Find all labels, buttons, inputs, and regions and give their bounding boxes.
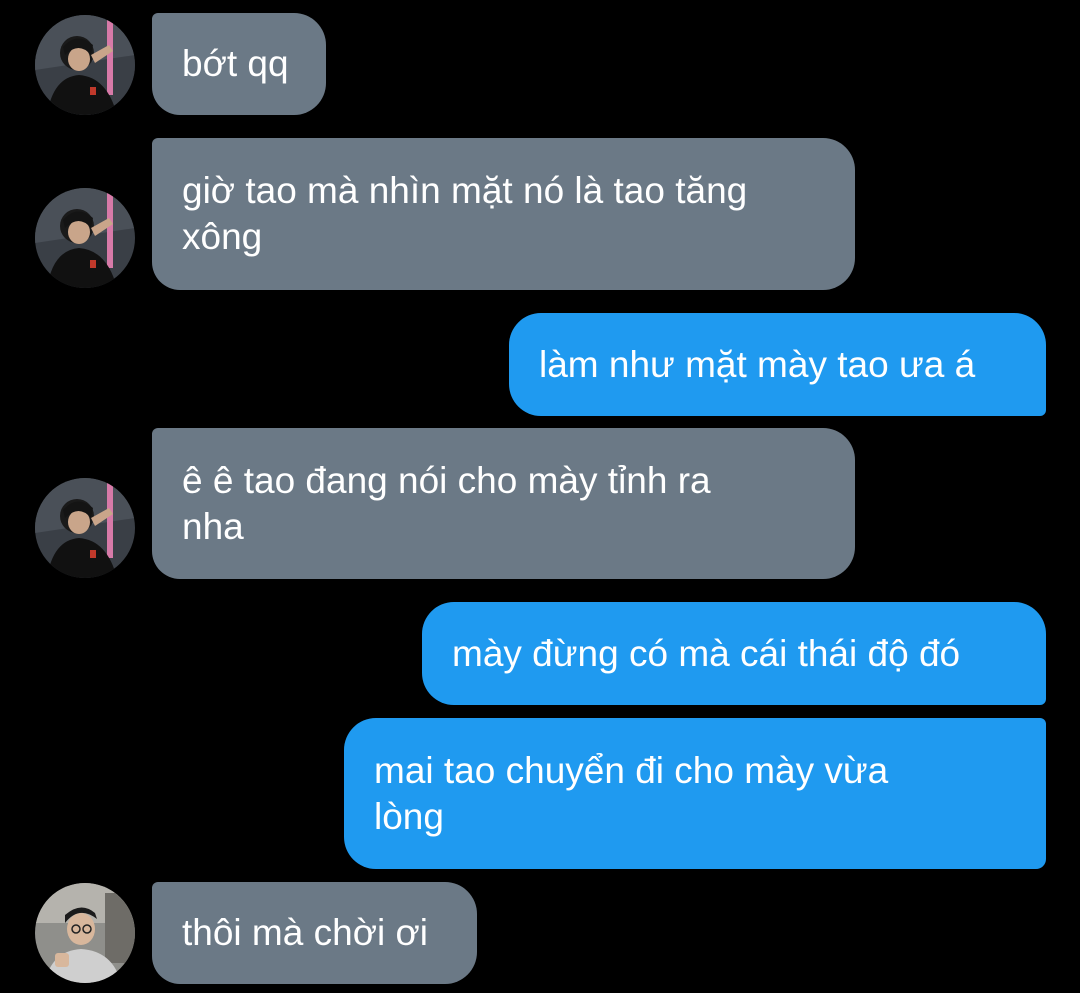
sender-avatar[interactable] (35, 15, 135, 115)
message-text: giờ tao mà nhìn mặt nó là tao tăng xông (182, 170, 748, 257)
message-text: ê ê tao đang nói cho mày tỉnh ra nha (182, 459, 711, 547)
message-text: mày đừng có mà cái thái độ đó (452, 632, 961, 674)
message-bubble-outgoing[interactable]: mày đừng có mà cái thái độ đó (422, 602, 1046, 705)
message-text: làm như mặt mày tao ưa á (539, 343, 976, 385)
sender-avatar[interactable] (35, 478, 135, 578)
message-bubble-incoming[interactable]: giờ tao mà nhìn mặt nó là tao tăng xông (152, 138, 855, 290)
message-bubble-outgoing[interactable]: mai tao chuyển đi cho mày vừa lòng (344, 718, 1046, 869)
message-bubble-incoming[interactable]: ê ê tao đang nói cho mày tỉnh ra nha (152, 428, 855, 579)
message-bubble-outgoing[interactable]: làm như mặt mày tao ưa á (509, 313, 1046, 416)
message-text: thôi mà chời ơi (182, 912, 428, 953)
chat-thread[interactable]: bớt qq giờ tao mà nhìn mặt nó là tao tăn… (0, 0, 1080, 993)
message-text: mai tao chuyển đi cho mày vừa lòng (374, 749, 889, 837)
message-bubble-incoming[interactable]: bớt qq (152, 13, 326, 115)
sender-avatar[interactable] (35, 883, 135, 983)
sender-avatar[interactable] (35, 188, 135, 288)
message-text: bớt qq (182, 43, 289, 84)
message-bubble-incoming[interactable]: thôi mà chời ơi (152, 882, 477, 984)
